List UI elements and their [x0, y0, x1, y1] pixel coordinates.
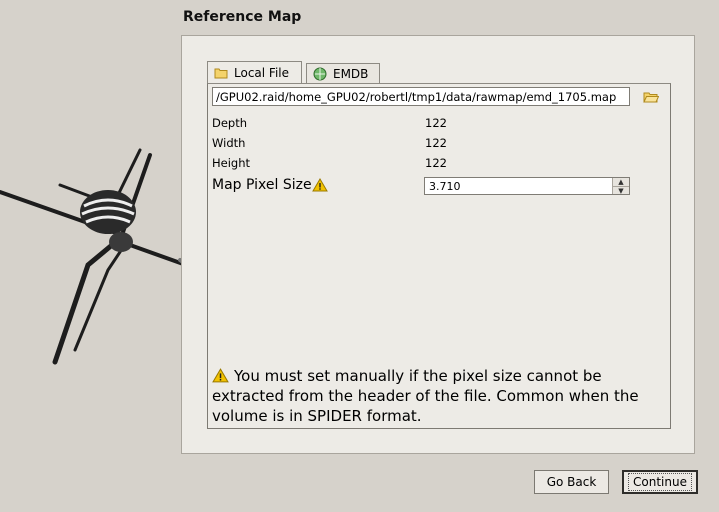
pixel-size-note: You must set manually if the pixel size … [212, 366, 664, 426]
width-label: Width [212, 136, 246, 150]
tab-local-file-label: Local File [234, 66, 289, 80]
pixel-size-label: Map Pixel Size [212, 177, 312, 193]
depth-value: 122 [425, 116, 447, 130]
tab-emdb-label: EMDB [333, 66, 369, 81]
height-label: Height [212, 156, 251, 170]
height-value: 122 [425, 156, 447, 170]
spin-up-icon[interactable]: ▲ [613, 178, 629, 186]
map-file-path-field[interactable]: /GPU02.raid/home_GPU02/robertl/tmp1/data… [212, 87, 630, 106]
warning-icon [311, 178, 328, 192]
spin-down-icon[interactable]: ▼ [613, 186, 629, 195]
note-text: You must set manually if the pixel size … [212, 367, 639, 425]
tab-local-file[interactable]: Local File [207, 61, 302, 84]
pixel-size-spinner[interactable]: ▲ ▼ [612, 178, 629, 194]
emdb-globe-icon [313, 67, 327, 80]
continue-label: Continue [628, 473, 692, 491]
page-title: Reference Map [183, 9, 302, 25]
go-back-button[interactable]: Go Back [534, 470, 609, 494]
browse-file-button[interactable] [643, 89, 661, 105]
folder-icon [214, 68, 228, 79]
warning-icon [212, 368, 229, 383]
continue-button[interactable]: Continue [622, 470, 698, 494]
pixel-size-label-group: Map Pixel Size [212, 177, 328, 193]
depth-label: Depth [212, 116, 248, 130]
folder-open-icon [643, 92, 660, 103]
go-back-label: Go Back [546, 475, 597, 489]
width-value: 122 [425, 136, 447, 150]
tab-emdb[interactable]: EMDB [306, 63, 380, 83]
pixel-size-input[interactable]: 3.710 [424, 177, 630, 195]
